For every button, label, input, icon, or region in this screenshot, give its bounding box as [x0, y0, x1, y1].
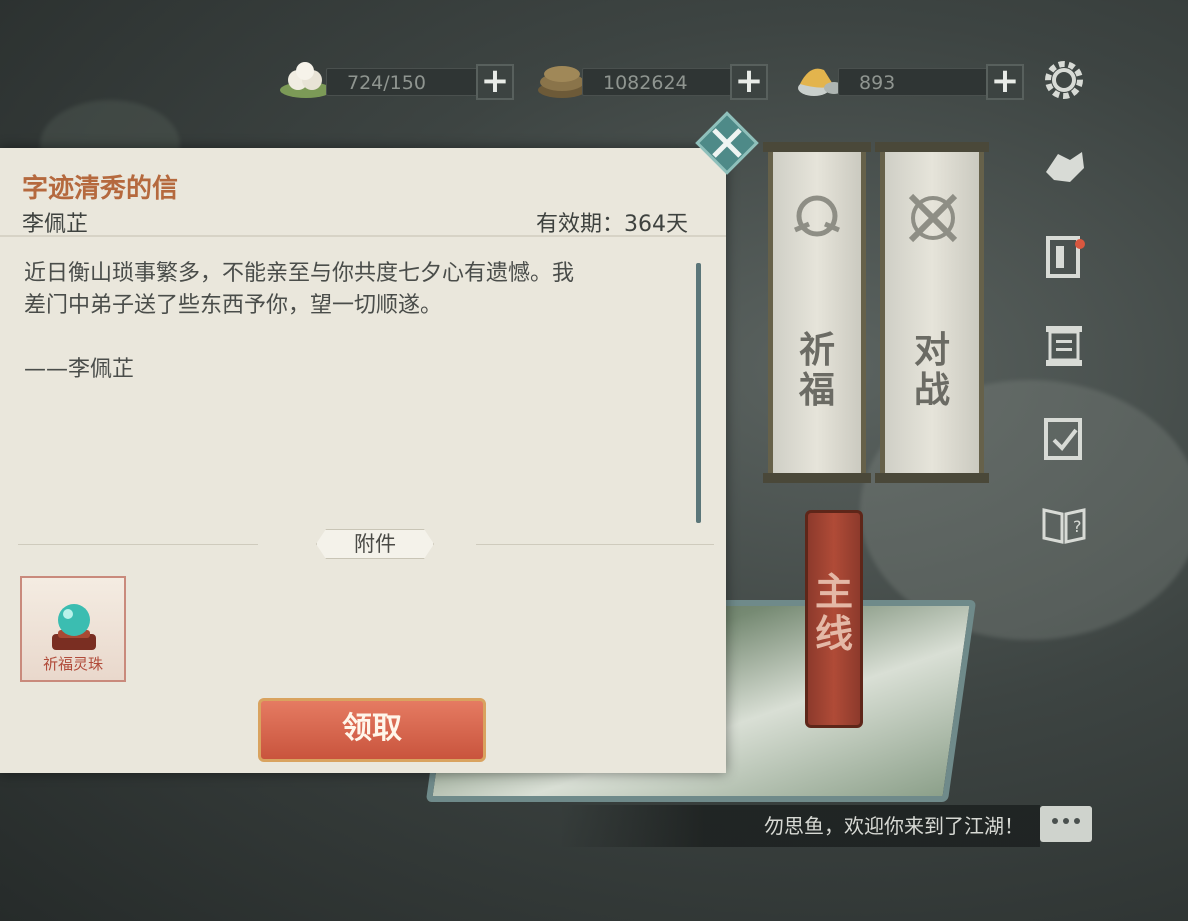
- scroll-list-icon[interactable]: [1040, 322, 1088, 370]
- add-coins-button[interactable]: +: [730, 64, 768, 100]
- prayer-emblem-icon: [794, 195, 840, 237]
- divider: [18, 544, 258, 545]
- handshake-icon[interactable]: [1040, 142, 1088, 190]
- scroll-battle[interactable]: 对 战: [875, 142, 989, 483]
- close-icon[interactable]: [692, 108, 762, 178]
- letter-scrollbar[interactable]: [696, 263, 701, 523]
- letter-title: 字迹清秀的信: [22, 174, 179, 204]
- add-food-button[interactable]: +: [476, 64, 514, 100]
- gold-count: 893: [838, 68, 998, 96]
- chat-message[interactable]: 勿思鱼，欢迎你来到了江湖！: [560, 805, 1040, 847]
- scroll-bottom-rod: [763, 473, 871, 483]
- food-count: 724/150: [326, 68, 486, 96]
- coin-count: 1082624: [582, 68, 742, 96]
- claim-button[interactable]: 领取: [258, 698, 486, 762]
- resource-food: 724/150 +: [278, 62, 516, 100]
- attachment-item[interactable]: 祈福灵珠: [20, 576, 126, 682]
- main-story-button[interactable]: 主 线: [805, 510, 863, 728]
- svg-text:?: ?: [1073, 517, 1082, 536]
- scroll-battle-label: 对 战: [913, 329, 950, 411]
- scroll-top-rod: [763, 142, 871, 152]
- guide-book-icon[interactable]: ?: [1040, 500, 1088, 548]
- letter-validity: 有效期：364天: [536, 212, 688, 237]
- main-story-label: 主 线: [814, 569, 853, 656]
- scroll-top-rod: [875, 142, 989, 152]
- divider: [0, 235, 726, 237]
- scroll-bottom-rod: [875, 473, 989, 483]
- settings-icon[interactable]: [1040, 56, 1088, 104]
- letter-sender: 李佩芷: [22, 212, 89, 237]
- attachments-label: 附件: [316, 529, 434, 559]
- add-gold-button[interactable]: +: [986, 64, 1024, 100]
- crossed-swords-icon: [908, 193, 958, 243]
- mail-letter-panel: 字迹清秀的信 李佩芷 有效期：364天 近日衡山琐事繁多，不能亲至与你共度七夕心…: [0, 148, 726, 773]
- letter-body: 近日衡山琐事繁多，不能亲至与你共度七夕心有遗憾。我 差门中弟子送了些东西予你，望…: [24, 261, 575, 382]
- scroll-prayer[interactable]: 祈 福: [763, 142, 871, 483]
- scroll-prayer-label: 祈 福: [798, 329, 835, 411]
- crystal-orb-icon: [52, 604, 96, 650]
- resource-coins: 1082624 +: [534, 64, 772, 100]
- door-icon[interactable]: [1040, 232, 1088, 280]
- chat-bubble-icon[interactable]: [1040, 806, 1092, 842]
- resource-gold: 893 +: [790, 64, 1028, 100]
- attachment-item-name: 祈福灵珠: [42, 655, 103, 673]
- task-checklist-icon[interactable]: [1040, 414, 1088, 462]
- divider: [476, 544, 714, 545]
